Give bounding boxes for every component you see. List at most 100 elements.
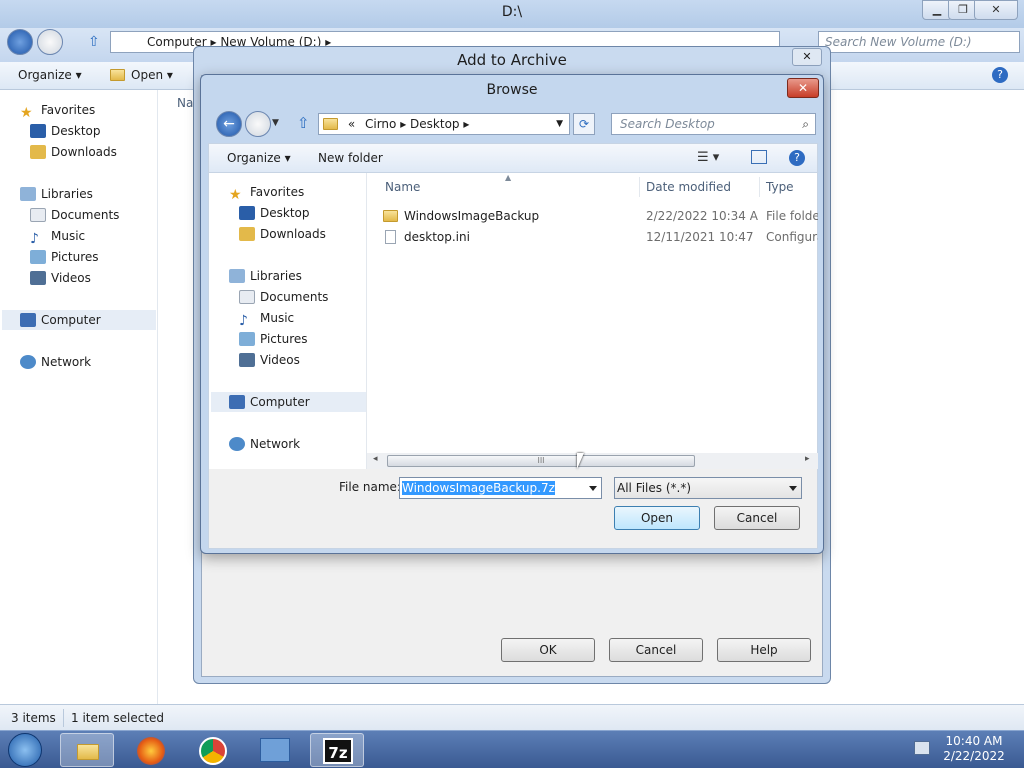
browse-network[interactable]: Network xyxy=(229,434,300,454)
address-desktop[interactable]: Desktop xyxy=(410,117,460,131)
column-date-modified[interactable]: Date modified xyxy=(640,177,760,197)
firefox-icon xyxy=(137,737,165,765)
up-icon[interactable]: ⇧ xyxy=(88,34,100,50)
new-folder-button[interactable]: New folder xyxy=(318,151,383,165)
file-name-dropdown-icon[interactable] xyxy=(589,486,597,491)
taskbar-explorer[interactable] xyxy=(60,733,114,767)
cancel-button[interactable]: Cancel xyxy=(714,506,800,530)
file-row[interactable]: desktop.ini xyxy=(383,227,470,247)
browse-libraries[interactable]: Libraries xyxy=(229,266,302,286)
close-icon[interactable]: ✕ xyxy=(974,0,1018,20)
downloads-icon xyxy=(239,227,255,241)
scroll-left-icon[interactable]: ◂ xyxy=(373,454,378,464)
file-type-filter[interactable]: All Files (*.*) xyxy=(614,477,802,499)
sidebar-item-music[interactable]: ♪ Music xyxy=(30,226,85,246)
organize-button[interactable]: Organize ▾ xyxy=(18,68,82,82)
sidebar-item-pictures[interactable]: Pictures xyxy=(30,247,99,267)
7zip-icon: 7z xyxy=(323,738,353,764)
browse-item-downloads[interactable]: Downloads xyxy=(239,224,326,244)
browse-item-music[interactable]: ♪ Music xyxy=(239,308,294,328)
file-type: Configura xyxy=(766,230,818,244)
control-panel-icon xyxy=(260,738,290,762)
file-name-input[interactable]: WindowsImageBackup.7z xyxy=(399,477,602,499)
refresh-icon[interactable]: ⟳ xyxy=(573,113,595,135)
browse-history-chevron-icon[interactable]: ▼ xyxy=(272,118,279,128)
clock-time: 10:40 AM xyxy=(945,734,1003,748)
taskbar-7zip[interactable]: 7z xyxy=(310,733,364,767)
open-button[interactable]: Open xyxy=(614,506,700,530)
sidebar-item-videos[interactable]: Videos xyxy=(30,268,91,288)
sidebar-network[interactable]: Network xyxy=(20,352,91,372)
explorer-status-bar: 3 items 1 item selected xyxy=(0,704,1024,730)
sidebar-libraries[interactable]: Libraries xyxy=(20,184,93,204)
archive-close-icon[interactable]: ✕ xyxy=(792,48,822,66)
file-row[interactable]: WindowsImageBackup xyxy=(383,206,539,226)
taskbar-firefox[interactable] xyxy=(124,733,178,767)
browse-item-documents[interactable]: Documents xyxy=(239,287,328,307)
browse-favorites[interactable]: ★ Favorites xyxy=(229,182,304,202)
help-icon[interactable]: ? xyxy=(992,67,1008,83)
folder-icon xyxy=(110,69,125,81)
back-icon[interactable] xyxy=(7,29,33,55)
network-icon xyxy=(20,355,36,369)
clock[interactable]: 10:40 AM 2/22/2022 xyxy=(940,734,1008,764)
browse-up-icon[interactable]: ⇧ xyxy=(297,114,310,132)
filter-dropdown-icon[interactable] xyxy=(789,486,797,491)
sidebar-item-downloads[interactable]: Downloads xyxy=(30,142,117,162)
taskbar-control-panel[interactable] xyxy=(248,733,302,767)
documents-icon xyxy=(239,290,255,304)
explorer-sidebar: ★ Favorites Desktop Downloads Libraries D… xyxy=(0,90,158,704)
browse-item-pictures[interactable]: Pictures xyxy=(239,329,308,349)
explorer-name-header[interactable]: Na xyxy=(177,96,193,110)
browse-address-bar[interactable]: « Cirno ▸ Desktop ▸ ▼ xyxy=(318,113,570,135)
view-options-icon[interactable]: ☰ ▾ xyxy=(697,150,719,165)
preview-pane-icon[interactable] xyxy=(751,150,767,164)
videos-icon xyxy=(239,353,255,367)
network-tray-icon[interactable] xyxy=(914,741,930,755)
explorer-titlebar: D:\ ▁ ❐ ✕ xyxy=(0,0,1024,28)
horizontal-scrollbar[interactable]: ◂ III ▸ xyxy=(367,453,818,469)
explorer-title: D:\ xyxy=(501,4,523,20)
browse-close-icon[interactable]: ✕ xyxy=(787,78,819,98)
browse-computer[interactable]: Computer xyxy=(211,392,366,412)
network-icon xyxy=(229,437,245,451)
sidebar-favorites[interactable]: ★ Favorites xyxy=(20,100,95,120)
pictures-icon xyxy=(30,250,46,264)
address-cirno[interactable]: Cirno xyxy=(365,117,396,131)
browse-back-icon[interactable]: ← xyxy=(216,111,242,137)
column-type[interactable]: Type xyxy=(760,177,818,197)
browse-search-input[interactable]: Search Desktop ⌕ xyxy=(611,113,816,135)
address-dropdown-icon[interactable]: ▼ xyxy=(556,114,563,134)
open-button[interactable]: Open ▾ xyxy=(110,68,173,82)
explorer-search-input[interactable]: Search New Volume (D:) xyxy=(818,31,1020,53)
start-button[interactable] xyxy=(8,733,42,767)
sidebar-item-documents[interactable]: Documents xyxy=(30,205,119,225)
address-overflow[interactable]: « xyxy=(348,117,355,131)
archive-ok-button[interactable]: OK xyxy=(501,638,595,662)
library-icon xyxy=(20,187,36,201)
archive-cancel-button[interactable]: Cancel xyxy=(609,638,703,662)
sidebar-computer[interactable]: Computer xyxy=(2,310,156,330)
browse-organize-button[interactable]: Organize ▾ xyxy=(227,151,291,165)
videos-icon xyxy=(30,271,46,285)
star-icon: ★ xyxy=(229,187,242,203)
taskbar: 7z 10:40 AM 2/22/2022 xyxy=(0,730,1024,768)
address-folder-icon xyxy=(323,118,338,130)
sort-ascending-icon: ▲ xyxy=(505,173,512,182)
archive-help-button[interactable]: Help xyxy=(717,638,811,662)
browse-command-bar: Organize ▾ New folder ☰ ▾ ? xyxy=(208,143,818,173)
file-date: 12/11/2021 10:47 ... xyxy=(646,230,758,244)
browse-item-desktop[interactable]: Desktop xyxy=(239,203,310,223)
browse-help-icon[interactable]: ? xyxy=(789,150,805,166)
file-list: Name ▲ Date modified Type WindowsImageBa… xyxy=(367,173,818,469)
sidebar-item-desktop[interactable]: Desktop xyxy=(30,121,101,141)
forward-icon[interactable] xyxy=(37,29,63,55)
browse-item-videos[interactable]: Videos xyxy=(239,350,300,370)
scrollbar-thumb[interactable]: III xyxy=(387,455,695,467)
status-selection: 1 item selected xyxy=(71,711,165,725)
music-icon: ♪ xyxy=(30,231,39,247)
browse-forward-icon[interactable] xyxy=(245,111,271,137)
taskbar-chrome[interactable] xyxy=(186,733,240,767)
file-name-area: File name: WindowsImageBackup.7z All Fil… xyxy=(208,469,818,549)
scroll-right-icon[interactable]: ▸ xyxy=(805,454,810,464)
